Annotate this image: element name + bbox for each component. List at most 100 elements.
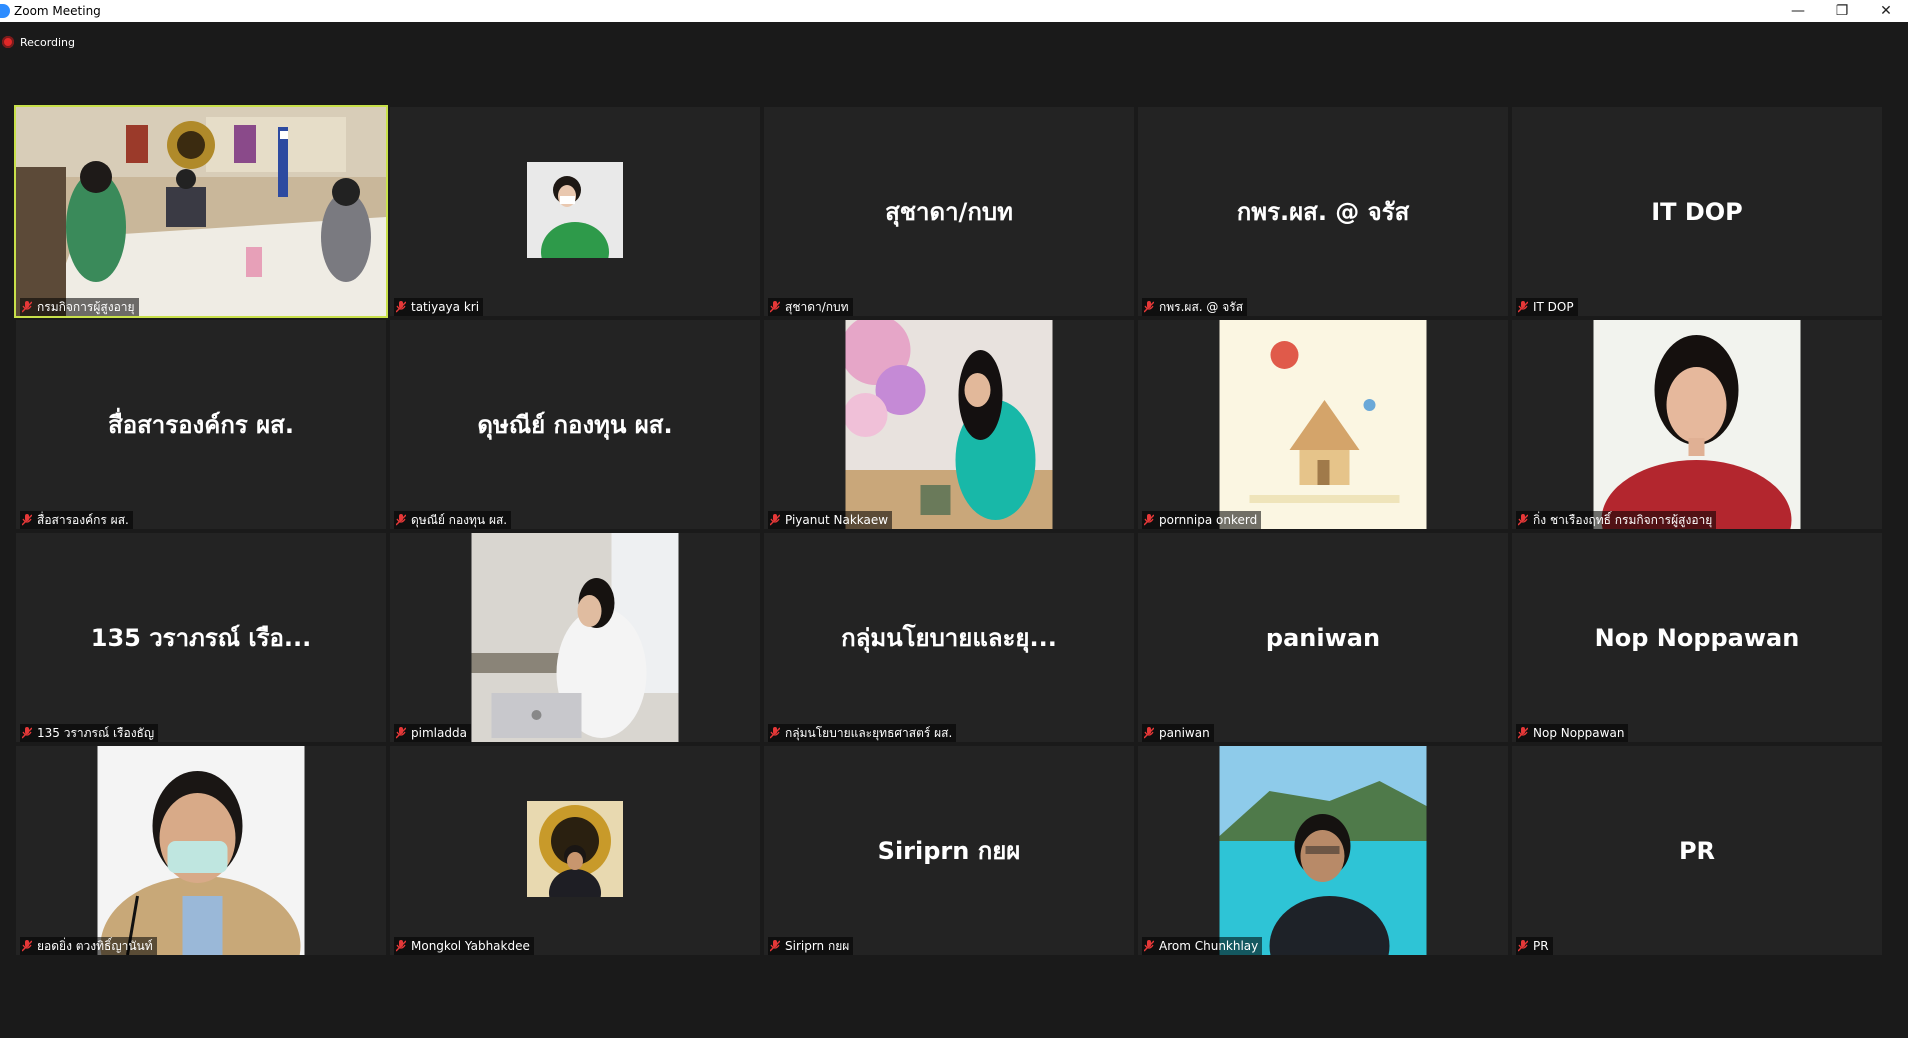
participant-display-name: กพร.ผส. @ จรัส	[1236, 198, 1410, 226]
participant-tile[interactable]: tatiyaya kri	[390, 107, 760, 316]
participant-tile[interactable]: Mongkol Yabhakdee	[390, 746, 760, 955]
recording-label: Recording	[20, 35, 76, 49]
participant-display-name: Nop Noppawan	[1594, 623, 1800, 652]
participant-avatar	[840, 320, 1053, 529]
participant-name: Mongkol Yabhakdee	[411, 939, 530, 953]
participant-tile[interactable]: paniwan paniwan	[1138, 533, 1508, 742]
participant-grid: กรมกิจการผู้สูงอายุ tatiyaya kri สุชาดา/กบ…	[14, 105, 1882, 955]
mic-muted-icon	[22, 940, 32, 952]
participant-display-name: สื่อสารองค์กร ผส.	[108, 411, 294, 439]
participant-name: กพร.ผส. @ จรัส	[1159, 299, 1244, 314]
mic-muted-icon	[396, 514, 406, 526]
participant-display-name: 135 วราภรณ์ เรือ...	[90, 624, 312, 652]
participant-tile[interactable]: สื่อสารองค์กร ผส. สื่อสารองค์กร ผส.	[16, 320, 386, 529]
participant-avatar	[1219, 320, 1427, 529]
window-title: Zoom Meeting	[14, 4, 101, 18]
mic-muted-icon	[1518, 940, 1528, 952]
participant-name-label: pimladda	[394, 724, 471, 742]
participant-name-label: สื่อสารองค์กร ผส.	[20, 511, 133, 529]
participant-tile[interactable]: กลุ่มนโยบายและยุ... กลุ่มนโยบายและยุทธศาส…	[764, 533, 1134, 742]
participant-name: 135 วราภรณ์ เรืองธัญ	[37, 725, 155, 740]
participant-display-name: PR	[1678, 836, 1716, 865]
participant-name-label: tatiyaya kri	[394, 298, 484, 316]
participant-name: กรมกิจการผู้สูงอายุ	[37, 299, 135, 314]
mic-muted-icon	[396, 940, 406, 952]
participant-name: tatiyaya kri	[411, 300, 480, 314]
participant-avatar	[97, 746, 305, 955]
restore-icon[interactable]: ❐	[1820, 0, 1864, 22]
participant-tile[interactable]: Piyanut Nakkaew	[764, 320, 1134, 529]
participant-name: pimladda	[411, 726, 467, 740]
participant-name-label: กรมกิจการผู้สูงอายุ	[20, 298, 139, 316]
mic-muted-icon	[1144, 301, 1154, 313]
mic-muted-icon	[1518, 727, 1528, 739]
participant-display-name: Siriprn กยผ	[877, 837, 1021, 865]
participant-avatar	[1593, 320, 1801, 529]
participant-name-label: Arom Chunkhlay	[1142, 937, 1263, 955]
participant-name-label: paniwan	[1142, 724, 1214, 742]
participant-tile[interactable]: Siriprn กยผ Siriprn กยผ	[764, 746, 1134, 955]
participant-name-label: กิ่ง ชาเรืองฤทธิ์ กรมกิจการผู้สูงอายุ	[1516, 511, 1717, 529]
participant-name-label: Piyanut Nakkaew	[768, 511, 893, 529]
participant-name: Siriprn กยผ	[785, 938, 850, 953]
participant-name: สุชาดา/กบท	[785, 299, 849, 314]
participant-name: กลุ่มนโยบายและยุทธศาสตร์ ผส.	[785, 725, 953, 740]
participant-tile[interactable]: PR PR	[1512, 746, 1882, 955]
participant-video	[16, 107, 386, 316]
title-bar: Zoom Meeting — ❐ ✕	[0, 0, 1908, 22]
participant-name-label: Nop Noppawan	[1516, 724, 1629, 742]
mic-muted-icon	[1144, 514, 1154, 526]
participant-tile[interactable]: ยอดยิ่ง ตวงทิธิ์ญานันท์	[16, 746, 386, 955]
mic-muted-icon	[1144, 940, 1154, 952]
participant-name: IT DOP	[1533, 300, 1574, 314]
participant-tile[interactable]: IT DOP IT DOP	[1512, 107, 1882, 316]
participant-name-label: PR	[1516, 937, 1553, 955]
participant-avatar	[527, 162, 623, 282]
participant-tile[interactable]: ดุษณีย์ กองทุน ผส. ดุษณีย์ กองทุน ผส.	[390, 320, 760, 529]
mic-muted-icon	[1518, 301, 1528, 313]
participant-tile[interactable]: Nop Noppawan Nop Noppawan	[1512, 533, 1882, 742]
participant-tile[interactable]: Arom Chunkhlay	[1138, 746, 1508, 955]
participant-name: Nop Noppawan	[1533, 726, 1625, 740]
participant-name: Arom Chunkhlay	[1159, 939, 1259, 953]
mic-muted-icon	[770, 301, 780, 313]
mic-muted-icon	[770, 514, 780, 526]
participant-avatar	[471, 533, 679, 742]
participant-display-name: กลุ่มนโยบายและยุ...	[841, 624, 1057, 652]
participant-tile[interactable]: pornnipa onkerd	[1138, 320, 1508, 529]
participant-name: PR	[1533, 939, 1549, 953]
participant-tile[interactable]: กพร.ผส. @ จรัส กพร.ผส. @ จรัส	[1138, 107, 1508, 316]
mic-muted-icon	[1144, 727, 1154, 739]
participant-name-label: 135 วราภรณ์ เรืองธัญ	[20, 724, 159, 742]
participant-name: กิ่ง ชาเรืองฤทธิ์ กรมกิจการผู้สูงอายุ	[1533, 512, 1713, 527]
mic-muted-icon	[770, 727, 780, 739]
participant-name-label: IT DOP	[1516, 298, 1578, 316]
mic-muted-icon	[22, 727, 32, 739]
participant-name-label: ยอดยิ่ง ตวงทิธิ์ญานันท์	[20, 937, 157, 955]
participant-name-label: Mongkol Yabhakdee	[394, 937, 534, 955]
participant-name-label: กพร.ผส. @ จรัส	[1142, 298, 1248, 316]
mic-muted-icon	[22, 514, 32, 526]
participant-name: ยอดยิ่ง ตวงทิธิ์ญานันท์	[37, 938, 153, 953]
participant-name: pornnipa onkerd	[1159, 513, 1258, 527]
record-icon	[2, 36, 14, 48]
participant-name: Piyanut Nakkaew	[785, 513, 889, 527]
participant-name-label: Siriprn กยผ	[768, 937, 854, 955]
mic-muted-icon	[770, 940, 780, 952]
participant-display-name: IT DOP	[1651, 197, 1743, 226]
participant-avatar	[527, 801, 623, 917]
participant-tile[interactable]: กรมกิจการผู้สูงอายุ	[14, 105, 388, 318]
zoom-logo-icon	[0, 4, 10, 18]
participant-tile[interactable]: pimladda	[390, 533, 760, 742]
recording-indicator[interactable]: Recording	[0, 34, 75, 50]
mic-muted-icon	[22, 301, 32, 313]
participant-tile[interactable]: สุชาดา/กบท สุชาดา/กบท	[764, 107, 1134, 316]
participant-name-label: pornnipa onkerd	[1142, 511, 1262, 529]
participant-tile[interactable]: 135 วราภรณ์ เรือ... 135 วราภรณ์ เรืองธัญ	[16, 533, 386, 742]
participant-name: paniwan	[1159, 726, 1210, 740]
minimize-icon[interactable]: —	[1776, 0, 1820, 22]
mic-muted-icon	[396, 727, 406, 739]
participant-tile[interactable]: กิ่ง ชาเรืองฤทธิ์ กรมกิจการผู้สูงอายุ	[1512, 320, 1882, 529]
participant-name-label: สุชาดา/กบท	[768, 298, 853, 316]
close-icon[interactable]: ✕	[1864, 0, 1908, 22]
